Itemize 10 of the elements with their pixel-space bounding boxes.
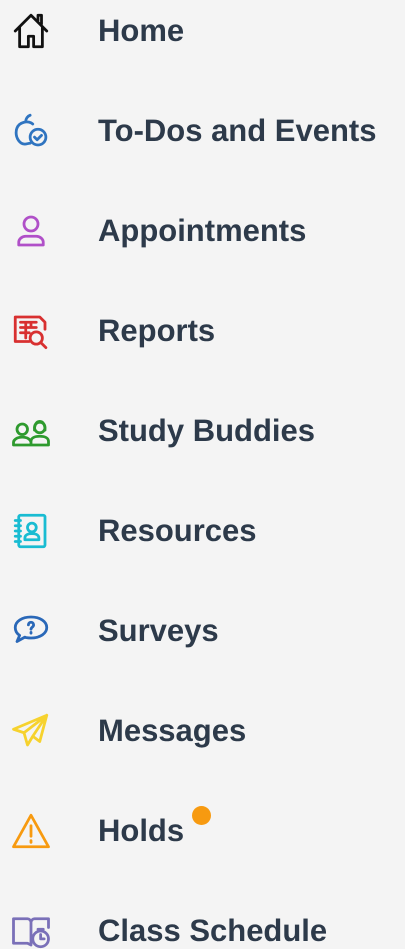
nav-menu-item[interactable]: Reports	[98, 313, 216, 349]
nav-menu-item[interactable]: Messages	[98, 713, 246, 749]
nav-menu-item[interactable]: Surveys	[98, 613, 219, 649]
nav-menu-item[interactable]: Appointments	[98, 213, 306, 249]
nav-menu-item[interactable]: To-Dos and Events	[98, 113, 376, 149]
nav-menu-item[interactable]: Class Schedule	[98, 913, 328, 949]
nav-menu-item[interactable]: Resources	[98, 513, 257, 549]
nav-menu-item[interactable]: Holds	[98, 813, 184, 849]
nav-menu-item[interactable]: Study Buddies	[98, 413, 316, 449]
nav-menu-item[interactable]: Home	[98, 13, 184, 49]
